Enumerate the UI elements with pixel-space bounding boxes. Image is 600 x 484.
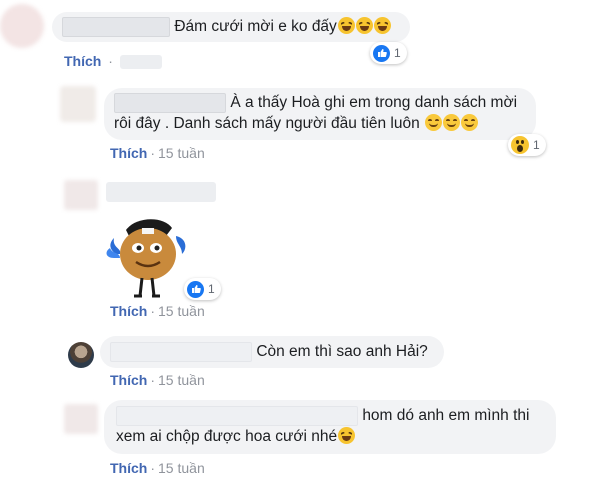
like-reaction-icon [187, 280, 204, 298]
emoji-movie-character-sticker[interactable] [106, 208, 186, 300]
comment-text: À a thấy Hoà ghi em trong danh sách mời [230, 94, 518, 111]
like-link[interactable]: Thích [110, 145, 147, 161]
redacted-name[interactable] [114, 92, 226, 113]
like-link[interactable]: Thích [110, 372, 147, 388]
wow-reaction-icon [511, 136, 529, 154]
timestamp[interactable]: 15 tuần [158, 145, 205, 161]
separator-dot: · [150, 145, 156, 161]
redacted-timestamp [119, 55, 162, 70]
smiling-emoji-icon [443, 114, 461, 131]
like-link[interactable]: Thích [110, 460, 147, 476]
avatar[interactable] [64, 404, 98, 434]
redacted-name[interactable] [106, 182, 216, 202]
separator-dot: · [150, 460, 156, 476]
separator-dot: · [108, 53, 113, 69]
comment-bubble: Còn em thì sao anh Hải? [100, 336, 444, 368]
avatar[interactable] [0, 4, 44, 48]
laughing-emoji-icon [338, 427, 356, 444]
comment-bubble: hom dó anh em mình thi xem ai chộp được … [104, 400, 556, 454]
comment-actions: Thích · [64, 53, 162, 70]
comment-text: xem ai chộp được hoa cưới nhé [116, 428, 338, 445]
redacted-name[interactable] [110, 341, 252, 362]
laughing-emoji-icon [373, 17, 391, 34]
comment-text: hom dó anh em mình thi [362, 407, 530, 424]
comment-actions: Thích · 15 tuần [110, 460, 205, 476]
like-link[interactable]: Thích [64, 53, 101, 69]
avatar[interactable] [64, 180, 98, 210]
reaction-summary[interactable]: 1 [508, 134, 546, 156]
reaction-count: 1 [208, 282, 215, 296]
smiling-emoji-icon [461, 114, 479, 131]
comment-text: rôi đây . Danh sách mấy người đầu tiên l… [114, 115, 420, 132]
timestamp[interactable]: 15 tuần [158, 460, 205, 476]
comment-actions: Thích · 15 tuần [110, 303, 205, 319]
avatar[interactable] [60, 86, 96, 122]
like-link[interactable]: Thích [110, 303, 147, 319]
redacted-name[interactable] [62, 16, 170, 37]
comment-text: Đám cưới mời e ko đấy [174, 18, 337, 35]
reaction-summary[interactable]: 1 [184, 278, 221, 300]
reaction-summary[interactable]: 1 [370, 42, 407, 64]
laughing-emoji-icon [355, 17, 373, 34]
comment-actions: Thích · 15 tuần [110, 145, 205, 161]
reaction-count: 1 [533, 138, 540, 152]
separator-dot: · [150, 372, 156, 388]
comment-bubble: À a thấy Hoà ghi em trong danh sách mời … [104, 88, 536, 140]
timestamp[interactable]: 15 tuần [158, 372, 205, 388]
smiling-emoji-icon [425, 114, 443, 131]
comment-actions: Thích · 15 tuần [110, 372, 205, 388]
timestamp[interactable]: 15 tuần [158, 303, 205, 319]
redacted-name[interactable] [116, 405, 358, 426]
laughing-emoji-icon [337, 17, 355, 34]
reaction-count: 1 [394, 46, 401, 60]
comment-text: Còn em thì sao anh Hải? [256, 343, 428, 360]
like-reaction-icon [373, 44, 390, 62]
avatar[interactable] [68, 342, 94, 368]
comment-bubble: Đám cưới mời e ko đấy [52, 12, 410, 42]
separator-dot: · [150, 303, 156, 319]
